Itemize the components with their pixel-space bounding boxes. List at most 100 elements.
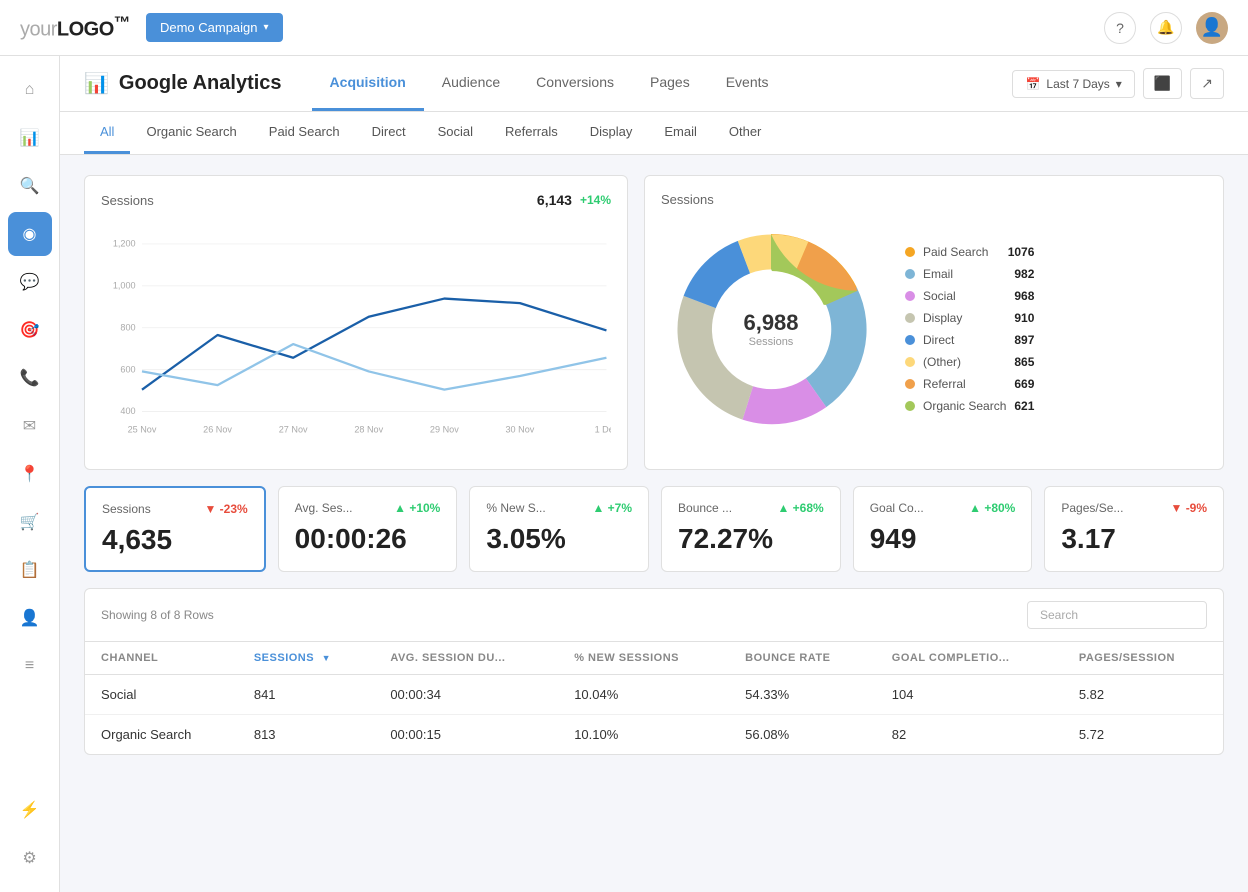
- legend-item-organic: Organic Search 621: [905, 399, 1034, 413]
- tab-events[interactable]: Events: [708, 56, 787, 111]
- sidebar-item-users[interactable]: 👤: [8, 596, 52, 640]
- legend-item-social: Social 968: [905, 289, 1034, 303]
- date-range-button[interactable]: 📅 Last 7 Days ▾: [1012, 70, 1134, 98]
- th-sessions[interactable]: SESSIONS ▼: [238, 642, 374, 675]
- sub-tab-display[interactable]: Display: [574, 112, 649, 154]
- sub-tab-referrals[interactable]: Referrals: [489, 112, 574, 154]
- sub-tab-paid[interactable]: Paid Search: [253, 112, 356, 154]
- metric-card-sessions[interactable]: Sessions ▼ -23% 4,635: [84, 486, 266, 572]
- svg-text:1 Dec: 1 Dec: [595, 424, 611, 434]
- svg-text:1,000: 1,000: [113, 281, 136, 291]
- metric-goal-value: 949: [870, 523, 1016, 555]
- svg-text:29 Nov: 29 Nov: [430, 424, 459, 434]
- metric-sessions-header: Sessions ▼ -23%: [102, 502, 248, 516]
- share-button[interactable]: ↗: [1190, 68, 1224, 99]
- sort-arrow-icon: ▼: [322, 653, 331, 663]
- legend-dot-other: [905, 357, 915, 367]
- data-table: CHANNEL SESSIONS ▼ AVG. SESSION DU... % …: [85, 642, 1223, 754]
- donut-center-label: Sessions: [743, 336, 798, 348]
- sidebar-item-cart[interactable]: 🛒: [8, 500, 52, 544]
- sidebar-item-home[interactable]: ⌂: [8, 68, 52, 112]
- metric-card-new-sessions[interactable]: % New S... ▲ +7% 3.05%: [469, 486, 649, 572]
- metric-avg-session-header: Avg. Ses... ▲ +10%: [295, 501, 441, 515]
- line-chart-container: 1,200 1,000 800 600 400: [101, 220, 611, 453]
- th-channel: CHANNEL: [85, 642, 238, 675]
- donut-content: 6,988 Sessions Paid Search 1076 Email: [661, 219, 1207, 439]
- page-tabs: Acquisition Audience Conversions Pages E…: [312, 56, 1013, 111]
- table-row: Social 841 00:00:34 10.04% 54.33% 104 5.…: [85, 675, 1223, 715]
- sidebar-item-chat[interactable]: 💬: [8, 260, 52, 304]
- sub-tab-email[interactable]: Email: [648, 112, 713, 154]
- table-body: Social 841 00:00:34 10.04% 54.33% 104 5.…: [85, 675, 1223, 755]
- legend-dot-social: [905, 291, 915, 301]
- sub-tab-social[interactable]: Social: [422, 112, 489, 154]
- metric-bounce-trend: ▲ +68%: [777, 501, 823, 515]
- sub-tab-organic[interactable]: Organic Search: [130, 112, 252, 154]
- metric-card-pages[interactable]: Pages/Se... ▼ -9% 3.17: [1044, 486, 1224, 572]
- cell-bounce-0: 54.33%: [729, 675, 876, 715]
- metric-card-avg-session[interactable]: Avg. Ses... ▲ +10% 00:00:26: [278, 486, 458, 572]
- sidebar-item-analytics[interactable]: 📊: [8, 116, 52, 160]
- tab-audience[interactable]: Audience: [424, 56, 518, 111]
- legend-item-paid-search: Paid Search 1076: [905, 245, 1034, 259]
- help-button[interactable]: ?: [1104, 12, 1136, 44]
- th-avg-session: AVG. SESSION DU...: [374, 642, 558, 675]
- sub-tab-other[interactable]: Other: [713, 112, 778, 154]
- th-new-sessions: % NEW SESSIONS: [558, 642, 729, 675]
- sub-tab-direct[interactable]: Direct: [356, 112, 422, 154]
- sidebar-item-settings[interactable]: ⚙: [8, 836, 52, 880]
- legend-value-social: 968: [1014, 289, 1034, 303]
- tab-conversions[interactable]: Conversions: [518, 56, 632, 111]
- svg-text:400: 400: [120, 406, 135, 416]
- sidebar-item-phone[interactable]: 📞: [8, 356, 52, 400]
- sidebar-item-location[interactable]: 📍: [8, 452, 52, 496]
- sidebar-item-targeting[interactable]: 🎯: [8, 308, 52, 352]
- content-area: Sessions 6,143 +14% 1,200 1,000 800 600 …: [60, 155, 1248, 775]
- cell-channel-1: Organic Search: [85, 715, 238, 755]
- cell-sessions-1: 813: [238, 715, 374, 755]
- legend-value-paid-search: 1076: [1008, 245, 1035, 259]
- sidebar: ⌂ 📊 🔍 ◉ 💬 🎯 📞 ✉ 📍 🛒 📋 👤 ≡ ⚡ ⚙: [0, 56, 60, 892]
- table-header-row: CHANNEL SESSIONS ▼ AVG. SESSION DU... % …: [85, 642, 1223, 675]
- cell-avg-session-1: 00:00:15: [374, 715, 558, 755]
- donut-center: 6,988 Sessions: [743, 310, 798, 348]
- legend-value-other: 865: [1014, 355, 1034, 369]
- sidebar-item-reports[interactable]: 📋: [8, 548, 52, 592]
- sub-tab-all[interactable]: All: [84, 112, 130, 154]
- svg-text:600: 600: [120, 364, 135, 374]
- metric-new-sessions-header: % New S... ▲ +7%: [486, 501, 632, 515]
- metric-avg-session-trend: ▲ +10%: [394, 501, 440, 515]
- tab-acquisition[interactable]: Acquisition: [312, 56, 424, 111]
- demo-campaign-button[interactable]: Demo Campaign ▾: [146, 13, 283, 42]
- th-pages: PAGES/SESSION: [1063, 642, 1223, 675]
- sessions-donut-card: Sessions: [644, 175, 1224, 470]
- metric-goal-label: Goal Co...: [870, 501, 924, 515]
- sidebar-item-search[interactable]: 🔍: [8, 164, 52, 208]
- metric-card-bounce[interactable]: Bounce ... ▲ +68% 72.27%: [661, 486, 841, 572]
- avatar[interactable]: 👤: [1196, 12, 1228, 44]
- legend-label-display: Display: [923, 311, 1006, 325]
- notifications-button[interactable]: 🔔: [1150, 12, 1182, 44]
- legend-dot-referral: [905, 379, 915, 389]
- metric-pages-value: 3.17: [1061, 523, 1207, 555]
- table-head: CHANNEL SESSIONS ▼ AVG. SESSION DU... % …: [85, 642, 1223, 675]
- svg-text:30 Nov: 30 Nov: [506, 424, 535, 434]
- svg-text:26 Nov: 26 Nov: [203, 424, 232, 434]
- page-title: Google Analytics: [119, 72, 282, 95]
- svg-text:1,200: 1,200: [113, 239, 136, 249]
- sidebar-item-dashboard[interactable]: ◉: [8, 212, 52, 256]
- legend-label-direct: Direct: [923, 333, 1006, 347]
- svg-text:25 Nov: 25 Nov: [128, 424, 157, 434]
- tab-pages[interactable]: Pages: [632, 56, 708, 111]
- cell-sessions-0: 841: [238, 675, 374, 715]
- metric-card-goal[interactable]: Goal Co... ▲ +80% 949: [853, 486, 1033, 572]
- top-nav: yourLOGO™ Demo Campaign ▾ ? 🔔 👤: [0, 0, 1248, 56]
- cell-avg-session-0: 00:00:34: [374, 675, 558, 715]
- sidebar-item-email[interactable]: ✉: [8, 404, 52, 448]
- chart-type-button[interactable]: ⬛: [1143, 68, 1182, 99]
- sessions-line-chart-card: Sessions 6,143 +14% 1,200 1,000 800 600 …: [84, 175, 628, 470]
- sidebar-item-lists[interactable]: ≡: [8, 644, 52, 688]
- sidebar-item-plugins[interactable]: ⚡: [8, 788, 52, 832]
- cell-new-sessions-0: 10.04%: [558, 675, 729, 715]
- table-search-input[interactable]: [1027, 601, 1207, 629]
